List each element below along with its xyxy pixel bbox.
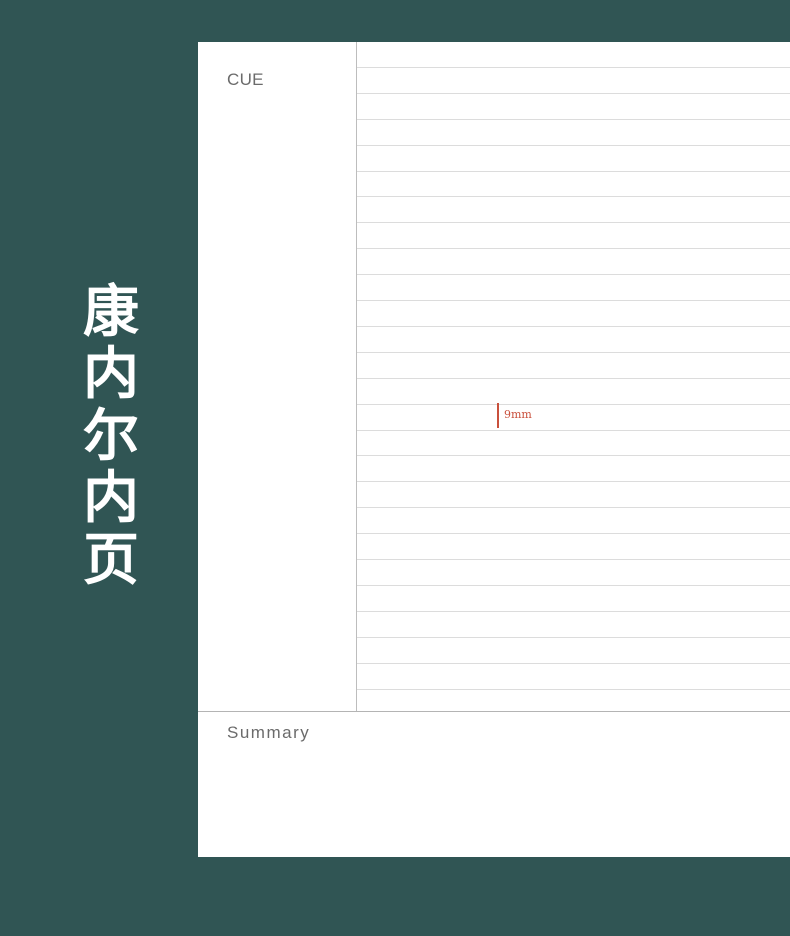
ruled-line — [357, 481, 790, 482]
ruled-line — [357, 559, 790, 560]
notes-area: 9mm — [357, 42, 790, 711]
ruled-line — [357, 274, 790, 275]
ruled-line — [357, 611, 790, 612]
title-char: 内 — [83, 342, 139, 407]
title-char: 页 — [83, 528, 139, 593]
ruled-line — [357, 637, 790, 638]
summary-label: Summary — [227, 723, 311, 742]
line-spacing-label: 9mm — [504, 408, 532, 421]
ruled-line — [357, 145, 790, 146]
title-char: 内 — [83, 466, 139, 531]
notebook-page: CUE 9mm Summary — [198, 42, 790, 857]
line-spacing-marker — [497, 403, 499, 428]
ruled-line — [357, 585, 790, 586]
ruled-line — [357, 689, 790, 690]
title-char: 尔 — [83, 404, 139, 469]
vertical-title: 康 内 尔 内 页 — [75, 282, 147, 592]
title-char: 康 — [83, 280, 139, 345]
ruled-line — [357, 507, 790, 508]
ruled-line — [357, 663, 790, 664]
ruled-line — [357, 300, 790, 301]
ruled-line — [357, 404, 790, 405]
ruled-line — [357, 378, 790, 379]
ruled-line — [357, 67, 790, 68]
ruled-line — [357, 430, 790, 431]
ruled-line — [357, 222, 790, 223]
ruled-line — [357, 248, 790, 249]
summary-divider — [198, 711, 790, 712]
cue-label: CUE — [227, 70, 264, 89]
ruled-line — [357, 455, 790, 456]
ruled-line — [357, 196, 790, 197]
ruled-line — [357, 119, 790, 120]
ruled-line — [357, 533, 790, 534]
cue-column: CUE — [198, 42, 357, 711]
ruled-line — [357, 171, 790, 172]
ruled-line — [357, 352, 790, 353]
ruled-line — [357, 326, 790, 327]
ruled-line — [357, 93, 790, 94]
